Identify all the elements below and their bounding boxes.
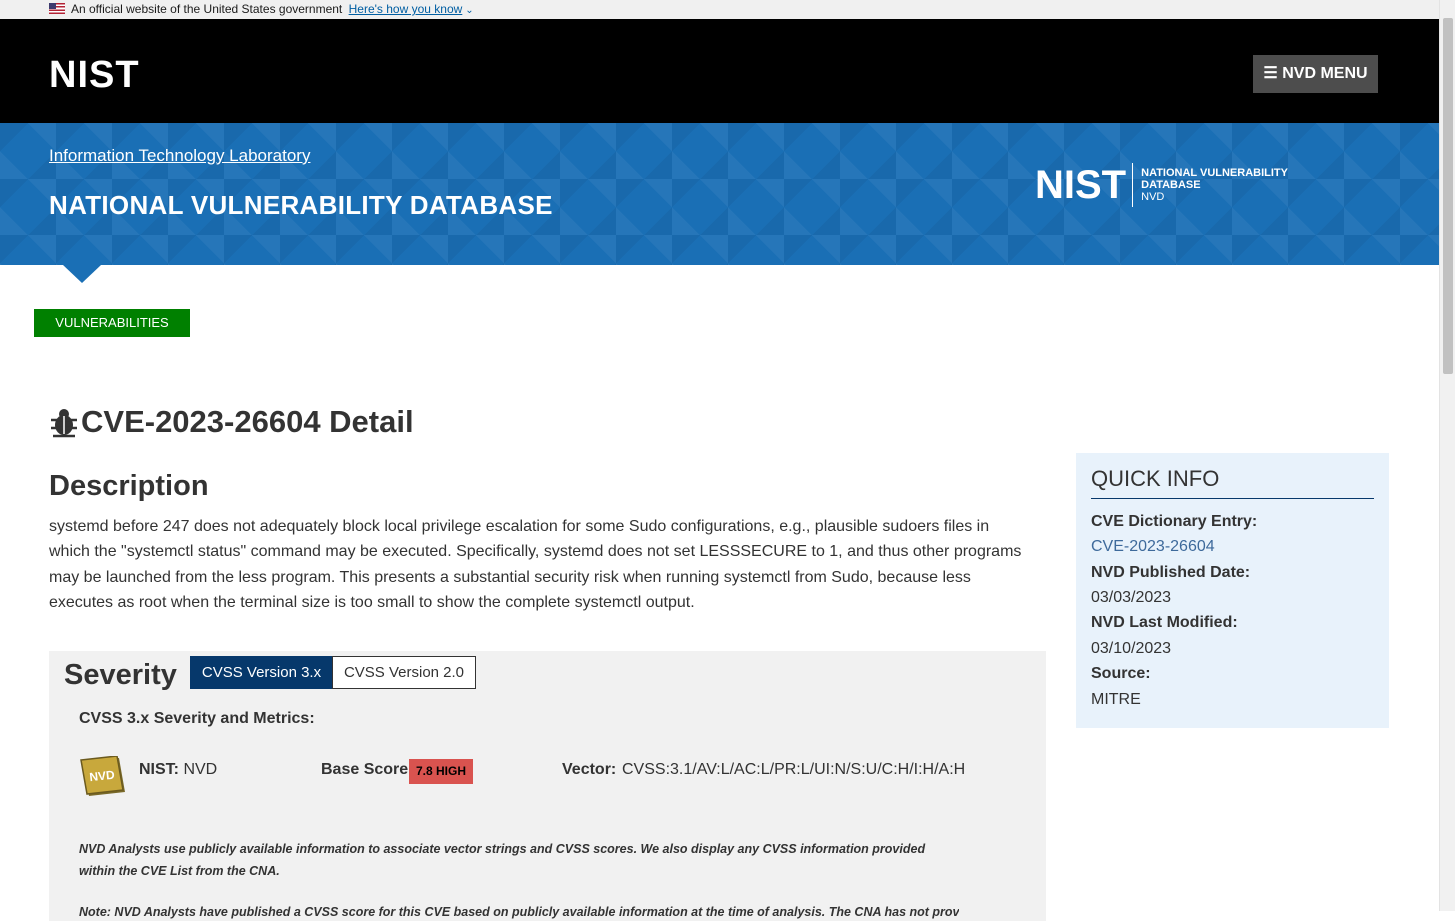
nist-logo[interactable]: NIST bbox=[49, 56, 140, 94]
bug-icon bbox=[49, 406, 79, 438]
severity-heading: Severity bbox=[64, 659, 177, 691]
tab-cvss-v3[interactable]: CVSS Version 3.x bbox=[190, 656, 333, 689]
tab-cvss-v2[interactable]: CVSS Version 2.0 bbox=[332, 656, 476, 689]
nist-value: NVD bbox=[183, 761, 218, 778]
severity-panel: Severity CVSS Version 3.x CVSS Version 2… bbox=[49, 651, 1046, 921]
logo-divider bbox=[1132, 163, 1134, 207]
nvd-badge-icon: NVD bbox=[79, 755, 129, 798]
base-score-badge[interactable]: 7.8 HIGH bbox=[409, 759, 473, 784]
nvd-menu-label: NVD MENU bbox=[1282, 65, 1368, 82]
base-score-label: Base Score: bbox=[321, 761, 414, 778]
analyst-note: NVD Analysts use publicly available info… bbox=[79, 842, 926, 878]
analyst-note-2: Note: NVD Analysts have published a CVSS… bbox=[79, 905, 959, 919]
vector-label: Vector: bbox=[562, 761, 617, 778]
source-label: Source: bbox=[1091, 665, 1151, 682]
cve-title: CVE-2023-26604 Detail bbox=[49, 404, 414, 440]
logo-line-1: NATIONAL VULNERABILITY bbox=[1141, 167, 1288, 179]
us-flag-icon bbox=[49, 3, 65, 14]
chevron-down-icon[interactable]: ⌄ bbox=[465, 5, 473, 16]
heres-how-you-know-link[interactable]: Here's how you know bbox=[349, 2, 463, 16]
nist-label: NIST: bbox=[139, 761, 179, 778]
quick-info-heading: QUICK INFO bbox=[1091, 466, 1374, 499]
metrics-heading: CVSS 3.x Severity and Metrics: bbox=[79, 710, 315, 727]
vulnerabilities-nav-tab[interactable]: VULNERABILITIES bbox=[34, 309, 190, 337]
hero-banner: Information Technology Laboratory NATION… bbox=[0, 123, 1439, 265]
hamburger-icon: ☰ bbox=[1263, 65, 1283, 82]
nvd-menu-button[interactable]: ☰ NVD MENU bbox=[1253, 55, 1378, 93]
cve-title-text: CVE-2023-26604 Detail bbox=[81, 404, 414, 439]
gov-banner: An official website of the United States… bbox=[0, 0, 1439, 19]
scrollbar-thumb[interactable] bbox=[1443, 18, 1453, 374]
nvd-badge-text: NVD bbox=[89, 768, 116, 785]
itl-link[interactable]: Information Technology Laboratory bbox=[49, 146, 310, 166]
cna-source: NIST: NVD bbox=[139, 761, 217, 779]
dict-entry-link[interactable]: CVE-2023-26604 bbox=[1091, 538, 1215, 556]
nist-logo-text: NIST bbox=[1035, 163, 1127, 207]
quick-info-panel: QUICK INFO CVE Dictionary Entry: CVE-202… bbox=[1076, 453, 1389, 728]
top-header: NIST ☰ NVD MENU bbox=[0, 19, 1439, 123]
site-title[interactable]: NATIONAL VULNERABILITY DATABASE bbox=[49, 190, 553, 221]
description-heading: Description bbox=[49, 470, 209, 502]
modified-value: 03/10/2023 bbox=[1091, 640, 1172, 657]
hero-caret bbox=[63, 265, 101, 283]
nvd-logo-text: NATIONAL VULNERABILITY DATABASE NVD bbox=[1141, 167, 1288, 203]
published-value: 03/03/2023 bbox=[1091, 589, 1172, 606]
page-scrollbar[interactable] bbox=[1439, 0, 1455, 911]
logo-line-2: DATABASE bbox=[1141, 179, 1201, 191]
dict-entry-label: CVE Dictionary Entry: bbox=[1091, 513, 1258, 530]
logo-line-3: NVD bbox=[1141, 191, 1165, 203]
nist-nvd-logo[interactable]: NIST NATIONAL VULNERABILITY DATABASE NVD bbox=[1035, 163, 1288, 207]
vector-value: CVSS:3.1/AV:L/AC:L/PR:L/UI:N/S:U/C:H/I:H… bbox=[622, 761, 966, 778]
gov-banner-text: An official website of the United States… bbox=[71, 2, 343, 16]
modified-label: NVD Last Modified: bbox=[1091, 614, 1238, 631]
description-text: systemd before 247 does not adequately b… bbox=[49, 518, 1022, 611]
published-label: NVD Published Date: bbox=[1091, 564, 1251, 581]
source-value: MITRE bbox=[1091, 691, 1141, 708]
